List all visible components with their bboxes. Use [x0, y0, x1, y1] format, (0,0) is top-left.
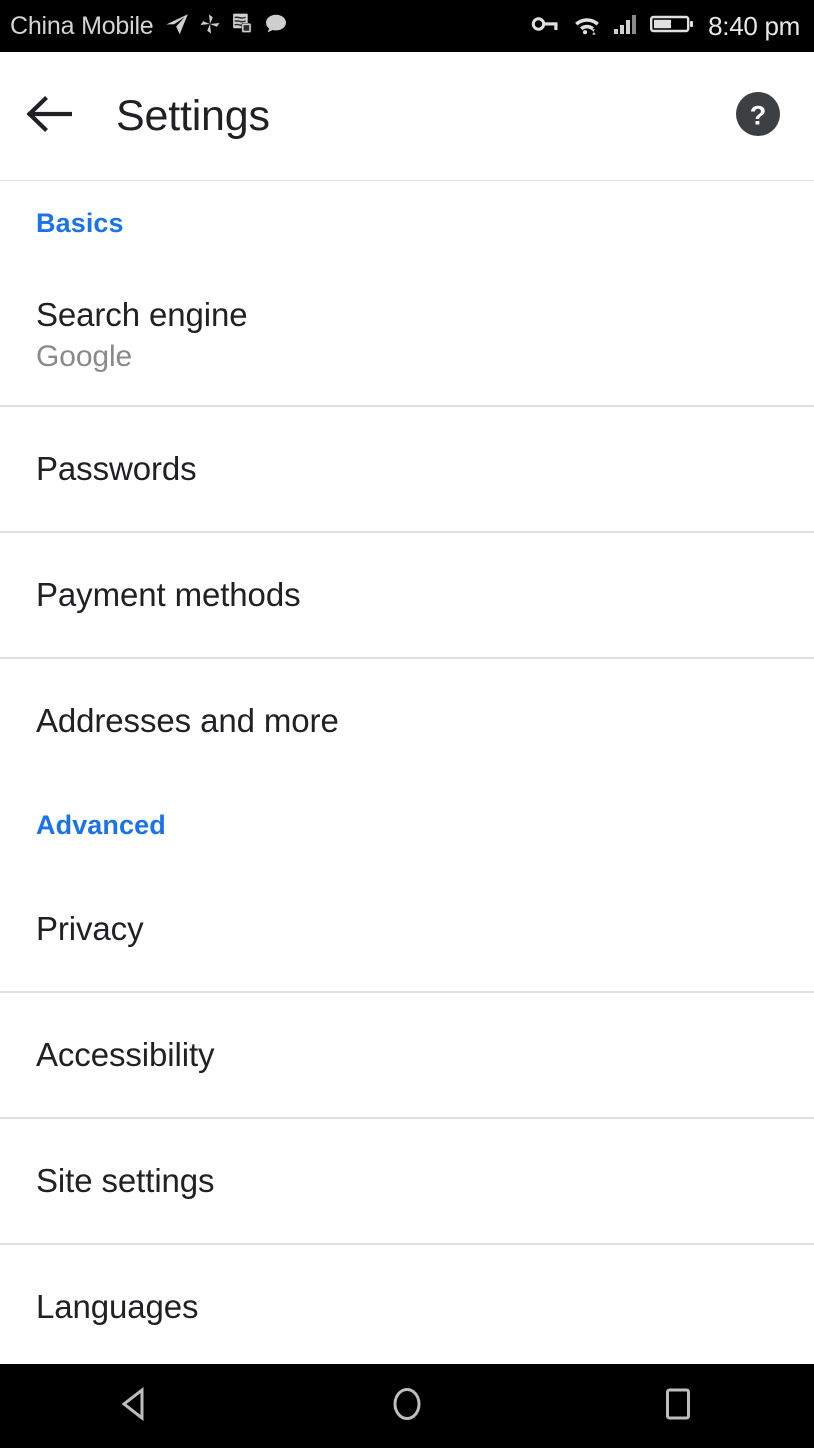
telegram-plane-icon	[164, 11, 190, 42]
settings-list[interactable]: Basics Search engine Google Passwords Pa…	[0, 181, 814, 1364]
chat-bubble-icon	[263, 11, 289, 42]
list-item-accessibility[interactable]: Accessibility	[0, 993, 814, 1117]
arrow-left-icon	[24, 93, 73, 140]
list-item-passwords[interactable]: Passwords	[0, 407, 814, 531]
svg-text:?: ?	[750, 100, 767, 130]
list-item-subtitle: Google	[36, 339, 133, 373]
nav-recents-button[interactable]	[618, 1364, 738, 1448]
list-item-privacy[interactable]: Privacy	[0, 867, 814, 991]
list-item-languages[interactable]: Languages	[0, 1245, 814, 1364]
list-item-title: Site settings	[36, 1162, 215, 1200]
status-bar-system-icons: 8:40 pm	[531, 11, 800, 42]
list-item-title: Search engine	[36, 295, 248, 333]
section-header-basics: Basics	[36, 207, 124, 238]
carrier-label: China Mobile	[10, 12, 154, 40]
help-circle-icon: ?	[732, 88, 784, 145]
recents-square-icon	[658, 1384, 698, 1429]
status-bar: China Mobile 8:40 pm	[0, 0, 814, 52]
list-item-title: Addresses and more	[36, 702, 339, 740]
list-item-title: Languages	[36, 1288, 199, 1326]
home-circle-icon	[387, 1384, 427, 1429]
phone-screen: China Mobile 8:40 pm Settings ? Basics S…	[0, 0, 814, 1448]
vpn-key-icon	[531, 11, 561, 42]
clock-label: 8:40 pm	[708, 10, 800, 41]
list-item-addresses-and-more[interactable]: Addresses and more	[0, 659, 814, 783]
back-button[interactable]	[0, 52, 96, 180]
section-header-advanced: Advanced	[36, 809, 166, 840]
nav-back-button[interactable]	[76, 1364, 196, 1448]
status-bar-notification-icons	[164, 11, 289, 42]
list-item-payment-methods[interactable]: Payment methods	[0, 533, 814, 657]
list-item-title: Payment methods	[36, 576, 301, 614]
android-navigation-bar	[0, 1364, 814, 1448]
pinwheel-icon	[198, 12, 222, 41]
battery-icon	[650, 12, 694, 41]
help-button[interactable]: ?	[730, 88, 786, 144]
nav-home-button[interactable]	[347, 1364, 467, 1448]
cell-signal-icon	[613, 11, 639, 42]
page-title: Settings	[116, 91, 270, 140]
list-item-title: Passwords	[36, 450, 197, 488]
list-item-title: Privacy	[36, 910, 144, 948]
list-item-site-settings[interactable]: Site settings	[0, 1119, 814, 1243]
back-triangle-icon	[116, 1384, 156, 1429]
wifi-icon	[572, 11, 602, 42]
screenshot-document-icon	[230, 11, 255, 41]
app-bar: Settings ?	[0, 52, 814, 180]
list-item-title: Accessibility	[36, 1036, 215, 1074]
list-item-search-engine[interactable]: Search engine Google	[0, 265, 814, 405]
